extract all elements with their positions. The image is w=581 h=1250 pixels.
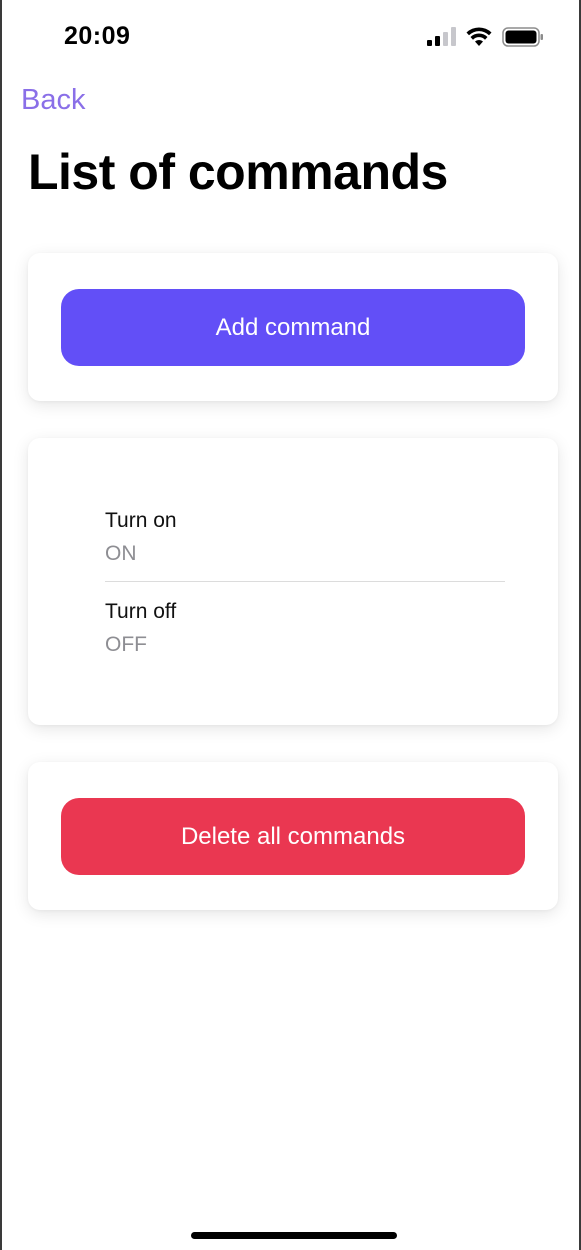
command-code: OFF	[105, 633, 147, 656]
cellular-signal-icon	[427, 27, 456, 46]
back-button[interactable]: Back	[21, 84, 85, 117]
phone-screen: 20:09 Back List of commands Add command …	[0, 0, 581, 1250]
status-time: 20:09	[64, 22, 131, 50]
page-title: List of commands	[28, 144, 448, 200]
add-command-card: Add command	[28, 253, 558, 401]
command-name: Turn on	[105, 509, 177, 532]
delete-commands-card: Delete all commands	[28, 762, 558, 910]
battery-icon	[502, 27, 543, 47]
list-divider	[105, 581, 505, 582]
home-indicator[interactable]	[191, 1232, 397, 1239]
add-command-button[interactable]: Add command	[61, 289, 525, 366]
command-name: Turn off	[105, 600, 177, 623]
delete-all-commands-button[interactable]: Delete all commands	[61, 798, 525, 875]
wifi-icon	[466, 27, 492, 46]
list-item[interactable]: Turn off OFF	[105, 598, 505, 659]
command-code: ON	[105, 542, 137, 565]
list-item[interactable]: Turn on ON	[105, 507, 505, 568]
commands-list-card: Turn on ON Turn off OFF	[28, 438, 558, 725]
